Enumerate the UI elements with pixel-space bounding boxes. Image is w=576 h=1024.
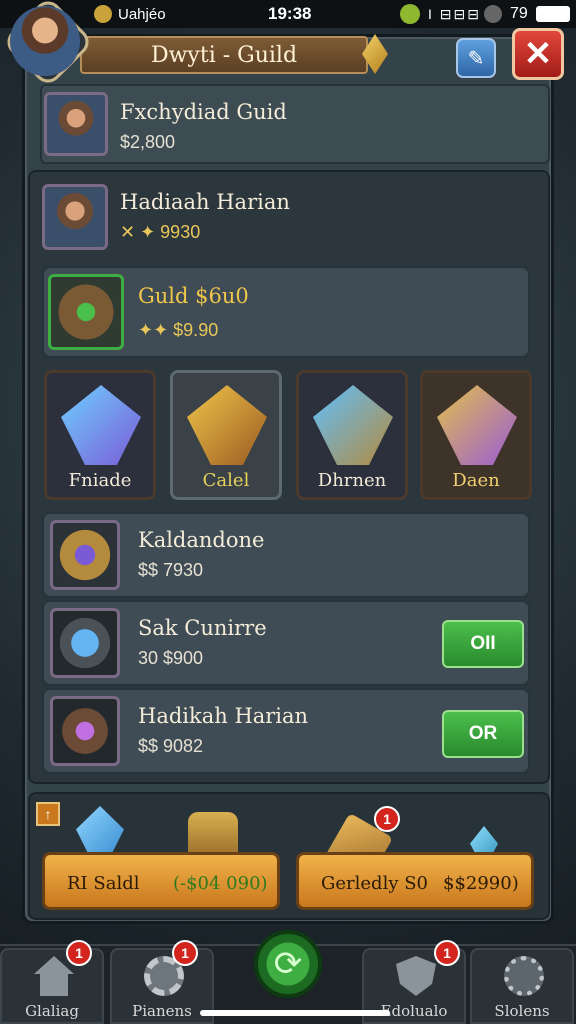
battery-percent: 79 bbox=[510, 5, 528, 22]
nav-badge: 1 bbox=[66, 940, 92, 966]
item-portrait bbox=[50, 520, 120, 590]
reward-button-right[interactable]: Gerledly S0 $$2990) bbox=[296, 852, 534, 910]
item-tile[interactable]: Daen bbox=[420, 370, 532, 500]
cog-icon bbox=[504, 956, 544, 996]
home-indicator[interactable] bbox=[200, 1010, 390, 1016]
item-portrait bbox=[50, 696, 120, 766]
battery-icon bbox=[536, 6, 570, 22]
reward-button-left[interactable]: RI Saldl (-$04 090) bbox=[42, 852, 280, 910]
shield-icon bbox=[396, 956, 436, 996]
list-item[interactable]: Sak Cunirre 30 $900 OII bbox=[42, 600, 530, 686]
list-item[interactable]: Hadiaah Harian ✕ ✦ 9930 bbox=[42, 180, 530, 266]
bolt-icon bbox=[400, 4, 420, 24]
guild-name: Fxchydiad Guid bbox=[120, 100, 287, 124]
plus-badge[interactable]: ↑ bbox=[36, 802, 60, 826]
nav-tab-settings[interactable]: Pianens bbox=[110, 948, 214, 1024]
info-icon: ✎ bbox=[467, 47, 485, 70]
refresh-button[interactable]: ⟳ bbox=[254, 930, 322, 998]
nav-badge: 1 bbox=[434, 940, 460, 966]
row-title: Kaldandone bbox=[138, 528, 265, 552]
list-item[interactable]: Kaldandone $$ 7930 bbox=[42, 512, 530, 598]
ok-button[interactable]: OII bbox=[442, 620, 524, 668]
list-item[interactable]: Hadikah Harian $$ 9082 OR bbox=[42, 688, 530, 774]
list-item[interactable]: Guld $6u0 ✦✦ $9.90 bbox=[42, 266, 530, 358]
row-value: $$ 9082 bbox=[138, 736, 204, 756]
row-title: Hadikah Harian bbox=[138, 704, 309, 728]
reward-left-value: (-$04 090) bbox=[173, 873, 268, 894]
reward-badge: 1 bbox=[374, 806, 400, 832]
row-value: ✦✦ $9.90 bbox=[138, 320, 219, 340]
crystal-icon bbox=[437, 385, 517, 465]
reward-right-label: Gerledly S0 bbox=[321, 873, 428, 894]
guild-header: Fxchydiad Guid $2,800 bbox=[40, 84, 550, 164]
row-value: $$ 7930 bbox=[138, 560, 204, 580]
close-button[interactable]: ✕ bbox=[512, 28, 564, 80]
item-label: Fniade bbox=[68, 470, 132, 491]
ok-button[interactable]: OR bbox=[442, 710, 524, 758]
close-icon: ✕ bbox=[523, 35, 553, 73]
blade-icon bbox=[61, 385, 141, 465]
item-label: Dhrnen bbox=[317, 470, 387, 491]
refresh-icon: ⟳ bbox=[273, 945, 303, 983]
dagger-icon bbox=[313, 385, 393, 465]
hammer-icon bbox=[187, 385, 267, 465]
wifi-icon bbox=[484, 5, 502, 23]
status-bar: Uahjéo 19:38 I ⊟⊟⊟ 79 bbox=[0, 0, 576, 28]
row-title: Sak Cunirre bbox=[138, 616, 267, 640]
item-label: Calel bbox=[202, 470, 250, 491]
nav-label: Slolens bbox=[494, 1002, 550, 1020]
nav-label: Glaliag bbox=[25, 1002, 79, 1020]
item-tile[interactable]: Calel bbox=[170, 370, 282, 500]
item-portrait bbox=[50, 608, 120, 678]
nav-tab-options[interactable]: Slolens bbox=[470, 948, 574, 1024]
guild-portrait bbox=[44, 92, 108, 156]
reward-right-value: $$2990) bbox=[443, 873, 519, 894]
row-value: ✕ ✦ 9930 bbox=[120, 222, 201, 242]
home-icon bbox=[34, 956, 74, 996]
nav-badge: 1 bbox=[172, 940, 198, 966]
info-button[interactable]: ✎ bbox=[456, 38, 496, 78]
row-title: Guld $6u0 bbox=[138, 284, 249, 308]
carrier-icon bbox=[94, 5, 112, 23]
row-value: 30 $900 bbox=[138, 648, 204, 668]
dialog-title: Dwyti - Guild bbox=[80, 36, 368, 74]
signal-indicator: I ⊟⊟⊟ bbox=[428, 5, 481, 22]
guild-emblem bbox=[48, 274, 124, 350]
reward-left-label: RI Saldl bbox=[67, 873, 140, 894]
carrier-name: Uahjéo bbox=[118, 5, 166, 23]
hero-portrait bbox=[42, 184, 108, 250]
guild-amount: $2,800 bbox=[120, 132, 176, 152]
row-title: Hadiaah Harian bbox=[120, 190, 290, 214]
player-avatar[interactable] bbox=[10, 6, 80, 76]
item-tile[interactable]: Dhrnen bbox=[296, 370, 408, 500]
nav-label: Pianens bbox=[132, 1002, 192, 1020]
item-tile[interactable]: Fniade bbox=[44, 370, 156, 500]
clock: 19:38 bbox=[268, 4, 312, 23]
item-label: Daen bbox=[452, 470, 500, 491]
